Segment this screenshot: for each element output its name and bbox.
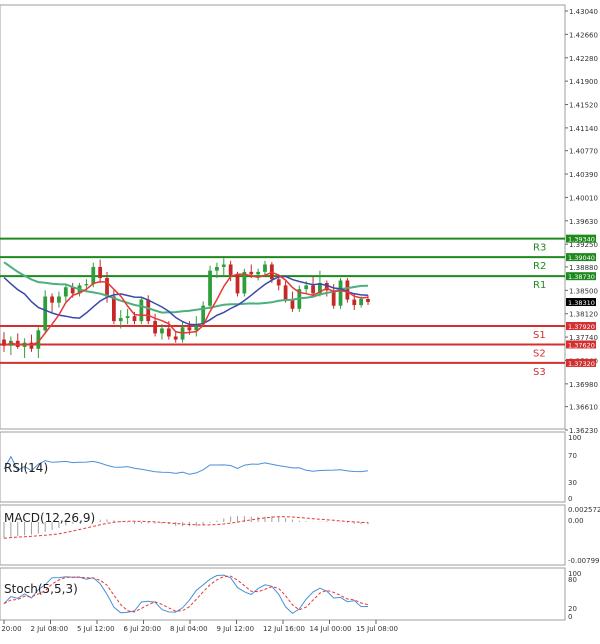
- current-price-tag: 1.38310: [568, 299, 595, 307]
- candle-body: [235, 274, 240, 294]
- rsi-panel[interactable]: [0, 431, 566, 503]
- time-axis-label: 12 Jul 16:00: [263, 625, 305, 633]
- candle-body: [366, 298, 370, 303]
- price-axis-label: 1.40390: [569, 171, 598, 179]
- candle-body: [98, 266, 103, 279]
- macd-label: MACD(12,26,9): [4, 511, 95, 525]
- level-label-s2: S2: [533, 348, 546, 359]
- level-price-tag: 1.39040: [568, 254, 595, 262]
- price-axis-label: 1.36980: [569, 381, 598, 389]
- level-label-r3: R3: [533, 243, 546, 254]
- candle[interactable]: [43, 290, 48, 334]
- candle-body: [290, 299, 295, 309]
- level-price-tag: 1.39340: [568, 236, 595, 244]
- level-label-s3: S3: [533, 367, 546, 378]
- level-price-tag: 1.37620: [568, 341, 595, 349]
- price-axis-label: 1.38500: [569, 287, 598, 295]
- time-axis-label: 2 Jul 08:00: [31, 625, 69, 633]
- candle-body: [221, 264, 226, 267]
- candle-body: [359, 298, 364, 306]
- candle-body: [153, 321, 157, 334]
- candle-body: [118, 318, 123, 322]
- price-axis-label: 1.41520: [569, 102, 598, 110]
- time-axis-label: 15 Jul 08:00: [356, 625, 398, 633]
- price-axis-label: 1.38880: [569, 264, 598, 272]
- level-label-r1: R1: [533, 280, 546, 291]
- rsi-tick-30: 30: [568, 479, 577, 487]
- price-axis-label: 1.38120: [569, 311, 598, 319]
- price-axis-label: 1.42660: [569, 31, 598, 39]
- candle-body: [91, 266, 96, 285]
- price-axis-label: 1.40010: [569, 194, 598, 202]
- time-axis-label: 14 Jul 00:00: [310, 625, 352, 633]
- candle[interactable]: [208, 265, 212, 309]
- price-axis-label: 1.41140: [569, 125, 598, 133]
- candle[interactable]: [242, 268, 247, 297]
- candle-body: [63, 287, 68, 297]
- rsi-tick-100: 100: [568, 434, 581, 442]
- candle[interactable]: [139, 296, 144, 325]
- candle-body: [249, 271, 254, 275]
- candle-body: [139, 299, 144, 322]
- candle-body: [345, 280, 350, 300]
- level-price-tag: 1.37920: [568, 323, 595, 331]
- level-label-s1: S1: [533, 330, 546, 341]
- main-price-panel[interactable]: [0, 4, 566, 430]
- macd-tick-bottom: -0.007991: [568, 557, 600, 565]
- stoch-tick-20: 20: [568, 605, 577, 613]
- candle[interactable]: [235, 271, 240, 297]
- candle-body: [276, 279, 281, 286]
- price-axis-label: 1.36610: [569, 404, 598, 412]
- candle-body: [256, 271, 261, 275]
- time-axis-label: 6 Jul 20:00: [124, 625, 162, 633]
- candle-body: [84, 284, 89, 286]
- candle-body: [166, 328, 171, 337]
- stoch-tick-80: 80: [568, 576, 577, 584]
- candle-body: [173, 336, 178, 340]
- trading-chart-window: R3 R2 R1 S1 S2 S3 1.43040 1.42660 1.42280 1.4190…: [0, 0, 600, 640]
- candle-body: [311, 285, 315, 294]
- time-axis-label: 5 Jul 12:00: [77, 625, 115, 633]
- candle-body: [338, 280, 343, 306]
- level-price-tag: 1.37320: [568, 360, 595, 368]
- candle-body: [50, 296, 54, 303]
- price-chart[interactable]: R3 R2 R1 S1 S2 S3 1.43040 1.42660 1.42280 1.4190…: [0, 0, 600, 640]
- stoch-label: Stoch(5,5,3): [4, 582, 78, 596]
- candle-body: [132, 316, 137, 322]
- price-axis-label: 1.42280: [569, 55, 598, 63]
- macd-tick-top: 0.002572: [568, 506, 600, 514]
- rsi-label: RSI(14): [4, 461, 48, 475]
- price-axis-label: 1.39630: [569, 218, 598, 226]
- candle[interactable]: [338, 278, 343, 309]
- candle-body: [146, 299, 151, 322]
- candle-body: [105, 278, 109, 297]
- stoch-panel[interactable]: [0, 567, 566, 621]
- time-axis-label: 8 Jul 04:00: [170, 625, 208, 633]
- candle-body: [125, 316, 130, 319]
- rsi-tick-0: 0: [568, 495, 572, 503]
- level-price-tag: 1.38730: [568, 273, 595, 281]
- candle-body: [304, 285, 309, 290]
- macd-tick-zero: 0.00: [568, 517, 584, 525]
- rsi-tick-70: 70: [568, 452, 577, 460]
- level-label-r2: R2: [533, 261, 546, 272]
- candle-body: [208, 270, 212, 306]
- candle-body: [228, 264, 233, 275]
- candle-body: [111, 296, 116, 322]
- candle-body: [283, 285, 288, 300]
- price-axis-label: 1.43040: [569, 8, 598, 16]
- price-axis-label: 1.41900: [569, 78, 598, 86]
- candle-body: [352, 299, 357, 306]
- candle-body: [57, 296, 61, 303]
- time-axis-label: 9 Jul 12:00: [217, 625, 255, 633]
- candle-body: [215, 266, 219, 271]
- candle-body: [187, 327, 192, 331]
- candle-body: [160, 328, 164, 334]
- stoch-tick-0: 0: [568, 613, 572, 621]
- time-axis-label: 1 Jul 20:00: [0, 625, 22, 633]
- price-axis-label: 1.40770: [569, 148, 598, 156]
- candle-body: [263, 264, 267, 272]
- candle-body: [43, 296, 48, 331]
